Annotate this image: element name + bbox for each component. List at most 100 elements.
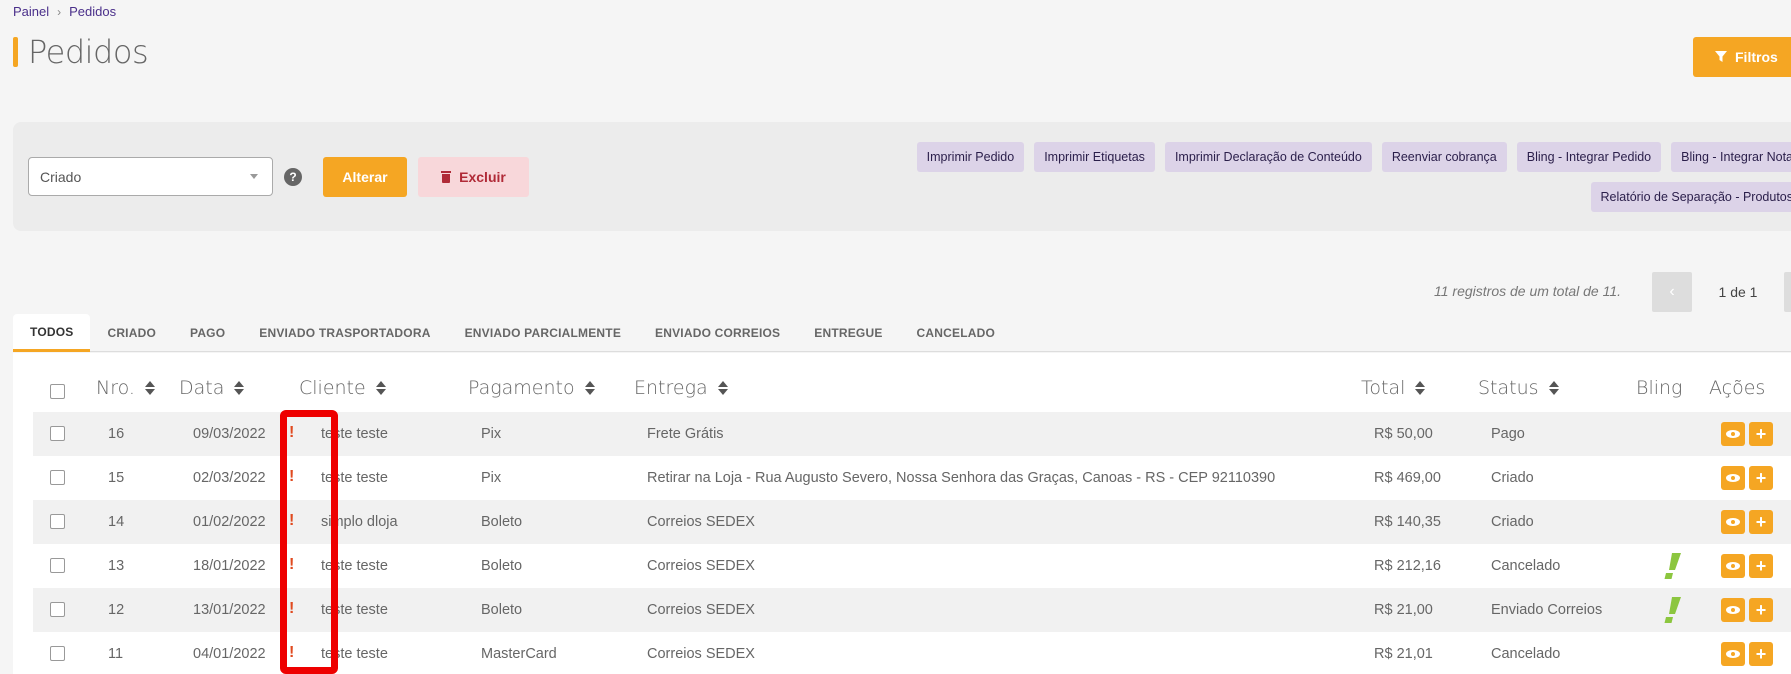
tab-pago[interactable]: PAGO	[173, 314, 242, 352]
cell-pagamento: Boleto	[481, 514, 523, 530]
header-pagamento[interactable]: Pagamento	[468, 377, 595, 399]
tab-enviado-correios[interactable]: ENVIADO CORREIOS	[638, 314, 797, 352]
plus-icon: +	[1755, 644, 1767, 664]
highlight-box	[280, 410, 338, 674]
cell-status: Cancelado	[1491, 646, 1561, 662]
cell-total: R$ 21,01	[1374, 646, 1433, 662]
tab-entregue[interactable]: ENTREGUE	[797, 314, 899, 352]
tab-enviado-parcialmente[interactable]: ENVIADO PARCIALMENTE	[448, 314, 638, 352]
cell-nro: 12	[108, 602, 125, 618]
print-order-button[interactable]: Imprimir Pedido	[916, 142, 1025, 172]
header-data[interactable]: Data	[179, 377, 245, 399]
view-order-button[interactable]	[1721, 466, 1745, 490]
header-total[interactable]: Total	[1361, 377, 1426, 399]
cell-nro: 14	[108, 514, 125, 530]
cell-status: Enviado Correios	[1491, 602, 1603, 618]
cell-entrega: Correios SEDEX	[647, 602, 755, 618]
bling-status-icon	[1664, 597, 1681, 623]
bling-integrate-invoice-button[interactable]: Bling - Integrar Nota	[1671, 142, 1791, 172]
bling-integrate-order-button[interactable]: Bling - Integrar Pedido	[1516, 142, 1662, 172]
row-checkbox[interactable]	[50, 514, 65, 529]
title-accent-bar	[13, 37, 18, 67]
plus-icon: +	[1755, 468, 1767, 488]
page-title: Pedidos	[13, 33, 149, 71]
status-tabs: TODOS CRIADO PAGO ENVIADO TRASPORTADORA …	[13, 314, 1791, 352]
header-nro[interactable]: Nro.	[96, 377, 155, 399]
next-page-button[interactable]: ›	[1784, 272, 1791, 312]
trash-icon	[441, 171, 452, 183]
row-checkbox[interactable]	[50, 426, 65, 441]
cell-total: R$ 50,00	[1374, 426, 1433, 442]
breadcrumb-home[interactable]: Painel	[13, 4, 49, 19]
header-data-label: Data	[179, 377, 225, 399]
eye-icon	[1726, 650, 1740, 658]
row-checkbox[interactable]	[50, 558, 65, 573]
more-actions-button[interactable]: +	[1749, 598, 1773, 622]
header-entrega[interactable]: Entrega	[634, 377, 728, 399]
header-entrega-label: Entrega	[634, 377, 708, 399]
page-label: 1 de 1	[1718, 284, 1758, 300]
more-actions-button[interactable]: +	[1749, 422, 1773, 446]
more-actions-button[interactable]: +	[1749, 466, 1773, 490]
more-actions-button[interactable]: +	[1749, 554, 1773, 578]
row-checkbox[interactable]	[50, 602, 65, 617]
quick-actions: Imprimir Pedido Imprimir Etiquetas Impri…	[868, 142, 1791, 212]
filters-button-label: Filtros	[1735, 49, 1778, 65]
delete-button[interactable]: Excluir	[418, 157, 529, 197]
status-select[interactable]: Criado	[28, 157, 273, 196]
header-bling-label: Bling	[1636, 377, 1683, 399]
header-acoes-label: Ações	[1709, 377, 1766, 399]
cell-entrega: Correios SEDEX	[647, 514, 755, 530]
view-order-button[interactable]	[1721, 510, 1745, 534]
tab-enviado-transportadora[interactable]: ENVIADO TRASPORTADORA	[242, 314, 447, 352]
cell-entrega: Correios SEDEX	[647, 558, 755, 574]
cell-data: 09/03/2022	[193, 426, 266, 442]
header-acoes: Ações	[1709, 377, 1765, 399]
header-cliente[interactable]: Cliente	[299, 377, 386, 399]
tab-cancelado[interactable]: CANCELADO	[900, 314, 1012, 352]
help-icon[interactable]: ?	[284, 168, 302, 186]
sort-icon	[144, 381, 155, 395]
cell-nro: 11	[108, 646, 124, 662]
breadcrumb-current[interactable]: Pedidos	[69, 4, 116, 19]
print-labels-button[interactable]: Imprimir Etiquetas	[1034, 142, 1155, 172]
cell-status: Pago	[1491, 426, 1525, 442]
view-order-button[interactable]	[1721, 598, 1745, 622]
tab-todos[interactable]: TODOS	[13, 314, 91, 352]
cell-total: R$ 140,35	[1374, 514, 1441, 530]
filters-button[interactable]: Filtros	[1693, 37, 1791, 77]
cell-pagamento: Boleto	[481, 558, 523, 574]
more-actions-button[interactable]: +	[1749, 642, 1773, 666]
cell-data: 02/03/2022	[193, 470, 266, 486]
cell-pagamento: Pix	[481, 426, 502, 442]
view-order-button[interactable]	[1721, 642, 1745, 666]
status-select-value: Criado	[40, 168, 82, 185]
table-header: Nro. Data Cliente Pagamento Entrega Tota…	[13, 367, 1791, 407]
view-order-button[interactable]	[1721, 422, 1745, 446]
plus-icon: +	[1755, 600, 1767, 620]
tab-criado[interactable]: CRIADO	[90, 314, 173, 352]
view-order-button[interactable]	[1721, 554, 1745, 578]
header-status[interactable]: Status	[1478, 377, 1559, 399]
cell-total: R$ 21,00	[1374, 602, 1433, 618]
prev-page-button[interactable]: ‹	[1652, 272, 1692, 312]
filter-icon	[1715, 51, 1727, 62]
breadcrumb: Painel › Pedidos	[13, 4, 116, 19]
cell-pagamento: Boleto	[481, 602, 523, 618]
separation-report-button[interactable]: Relatório de Separação - Produtos	[1590, 182, 1791, 212]
cell-pagamento: Pix	[481, 470, 502, 486]
chevron-down-icon	[250, 174, 258, 179]
print-declaration-button[interactable]: Imprimir Declaração de Conteúdo	[1164, 142, 1372, 172]
header-status-label: Status	[1478, 377, 1539, 399]
row-checkbox[interactable]	[50, 646, 65, 661]
cell-status: Cancelado	[1491, 558, 1561, 574]
plus-icon: +	[1755, 512, 1767, 532]
row-checkbox[interactable]	[50, 470, 65, 485]
page-title-text: Pedidos	[28, 33, 149, 71]
select-all-checkbox[interactable]	[50, 384, 65, 399]
sort-icon	[717, 381, 728, 395]
resend-charge-button[interactable]: Reenviar cobrança	[1381, 142, 1507, 172]
more-actions-button[interactable]: +	[1749, 510, 1773, 534]
records-info: 11 registros de um total de 11.	[1434, 283, 1622, 299]
alter-button[interactable]: Alterar	[323, 157, 407, 197]
